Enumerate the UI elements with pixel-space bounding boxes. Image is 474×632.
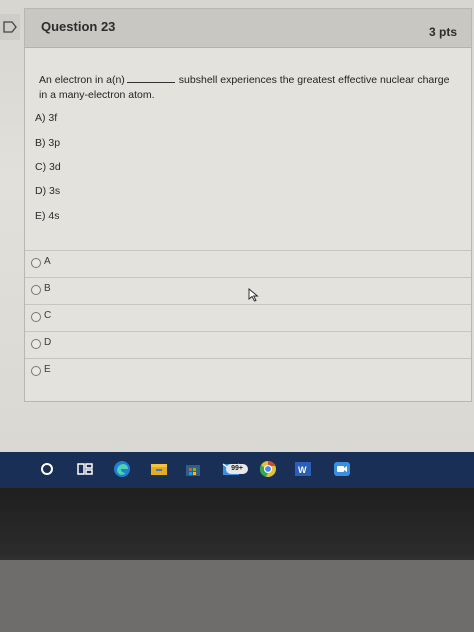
radio-button[interactable] [31, 339, 41, 349]
question-title: Question 23 [41, 19, 116, 34]
question-text-part-1: An electron in a(n) [39, 74, 125, 86]
chrome-icon[interactable] [259, 460, 277, 478]
answer-choice-text: B) 3p [35, 137, 61, 149]
radio-button[interactable] [31, 258, 41, 268]
radio-button[interactable] [31, 366, 41, 376]
radio-button[interactable] [31, 285, 41, 295]
question-card: Question 23 3 pts An electron in a(n) sub… [24, 8, 472, 402]
search-icon[interactable] [38, 460, 56, 478]
store-icon[interactable] [184, 460, 202, 478]
option-label: E [44, 364, 51, 375]
photo-of-screen: Question 23 3 pts An electron in a(n) sub… [0, 0, 474, 632]
answer-choice-text: C) 3d [35, 161, 61, 173]
question-points: 3 pts [428, 25, 457, 39]
word-icon[interactable]: W [294, 460, 312, 478]
fill-in-blank [126, 73, 175, 83]
mouse-cursor-icon [248, 288, 260, 307]
answer-option-e[interactable]: E [25, 358, 471, 385]
file-explorer-icon[interactable] [150, 460, 168, 478]
option-label: C [44, 310, 52, 321]
svg-text:W: W [298, 465, 307, 475]
notification-badge: 99+ [226, 464, 248, 474]
question-text: An electron in a(n) subshell experiences … [39, 73, 459, 103]
edge-icon[interactable] [113, 460, 131, 478]
answer-option-c[interactable]: C [25, 304, 471, 331]
answer-choice-text: A) 3f [35, 112, 58, 124]
option-label: B [44, 283, 51, 294]
question-header: Question 23 3 pts [25, 9, 471, 48]
laptop-body [0, 560, 474, 632]
answer-option-d[interactable]: D [25, 331, 471, 358]
flag-icon [3, 21, 17, 33]
answer-choice-text: E) 4s [35, 210, 60, 222]
zoom-icon[interactable] [333, 460, 351, 478]
task-view-icon[interactable] [76, 460, 94, 478]
answer-option-a[interactable]: A [25, 250, 471, 277]
browser-content: Question 23 3 pts An electron in a(n) sub… [0, 0, 474, 452]
answer-choice-text: D) 3s [35, 185, 61, 197]
option-label: A [44, 256, 51, 267]
flag-question-button[interactable] [0, 14, 20, 40]
option-label: D [44, 337, 52, 348]
radio-button[interactable] [31, 312, 41, 322]
